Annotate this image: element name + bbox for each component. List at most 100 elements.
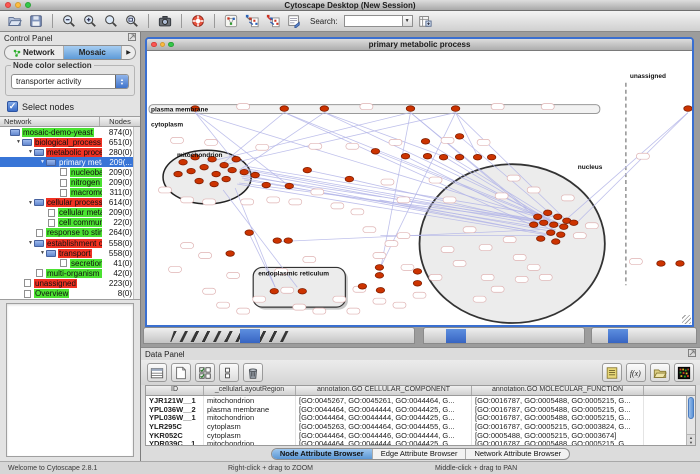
attribute-batch-editor-button[interactable] [602, 363, 622, 382]
tree-column-nodes[interactable]: Nodes [100, 117, 140, 126]
window-resize-grip[interactable] [682, 315, 691, 324]
search-input[interactable] [344, 15, 402, 27]
node[interactable] [423, 153, 431, 159]
node[interactable] [358, 284, 366, 290]
node[interactable] [676, 261, 684, 267]
tree-row[interactable]: ▼primary metabo209(... [0, 157, 140, 167]
node[interactable] [557, 232, 565, 238]
new-network-from-selected-nodes-button[interactable] [243, 13, 261, 30]
table-row[interactable]: YLR295Ccytoplasm[GO:0045263, GO:0044464,… [146, 422, 695, 431]
delete-attribute-button[interactable] [243, 363, 263, 382]
node[interactable] [251, 172, 259, 178]
tree-row[interactable]: ▼biological_process651(0) [0, 137, 140, 147]
tab-network[interactable]: Network [5, 46, 64, 59]
node[interactable] [222, 176, 230, 182]
disclosure-arrow-icon[interactable]: ▼ [15, 139, 22, 145]
birdseye-view-panel[interactable] [6, 303, 134, 457]
show-all-columns-button[interactable] [147, 363, 167, 382]
network-view-window[interactable]: primary metabolic process plasma membran… [145, 37, 694, 327]
node-color-combobox[interactable]: transporter activity ▲▼ [11, 74, 129, 89]
node[interactable] [560, 224, 568, 230]
zoom-in-button[interactable] [81, 13, 99, 30]
tree-scrollbar[interactable] [133, 127, 140, 299]
tree-row[interactable]: ▼cellular process614(0) [0, 198, 140, 208]
node[interactable] [245, 230, 253, 236]
new-attribute-button[interactable] [171, 363, 191, 382]
table-row[interactable]: YPL036W__1mitochondrion[GO:0044464, GO:0… [146, 413, 695, 422]
tree-row[interactable]: response to stimul264(0) [0, 228, 140, 238]
node[interactable] [187, 168, 195, 174]
background-window-2[interactable] [423, 327, 585, 344]
node[interactable] [534, 214, 542, 220]
network-overview-button[interactable] [222, 13, 240, 30]
node[interactable] [455, 134, 463, 140]
float-panel-icon[interactable] [688, 349, 696, 359]
tree-column-network[interactable]: Network [0, 117, 100, 126]
tree-row[interactable]: secretion41(0) [0, 258, 140, 268]
table-row[interactable]: YKR052Ccytoplasm[GO:0044464, GO:0044446,… [146, 431, 695, 440]
column-header[interactable]: ID [146, 386, 204, 395]
column-header[interactable]: _cellularLayoutRegion [204, 386, 296, 395]
node[interactable] [570, 220, 578, 226]
node[interactable] [226, 251, 234, 257]
node[interactable] [284, 238, 292, 244]
heatmap-view-button[interactable] [674, 363, 694, 382]
snapshot-button[interactable] [156, 13, 174, 30]
disclosure-arrow-icon[interactable]: ▼ [27, 200, 34, 206]
node[interactable] [455, 154, 463, 160]
background-window-3[interactable] [591, 327, 697, 344]
tab-node-attribute-browser[interactable]: Node Attribute Browser [272, 449, 373, 459]
tab-network-attribute-browser[interactable]: Network Attribute Browser [466, 449, 569, 459]
node[interactable] [270, 288, 278, 294]
function-builder-button[interactable]: f(x) [626, 363, 646, 382]
tree-row[interactable]: ▼transport558(0) [0, 248, 140, 258]
network-window-titlebar[interactable]: primary metabolic process [147, 39, 692, 51]
table-scrollbar[interactable]: ▲▼ [686, 396, 695, 445]
zoom-selected-button[interactable] [102, 13, 120, 30]
node[interactable] [413, 281, 421, 287]
column-header[interactable]: annotation.GO MOLECULAR_FUNCTION [472, 386, 644, 395]
unselect-attributes-button[interactable] [219, 363, 239, 382]
more-tabs-arrow-icon[interactable]: ▶ [122, 46, 135, 59]
tab-edge-attribute-browser[interactable]: Edge Attribute Browser [373, 449, 467, 459]
column-header[interactable]: annotation.GO CELLULAR_COMPONENT [296, 386, 472, 395]
node[interactable] [345, 176, 353, 182]
tab-mosaic[interactable]: Mosaic [64, 46, 123, 59]
node[interactable] [375, 273, 383, 279]
tree-row[interactable]: macromolecule311(0) [0, 188, 140, 198]
network-canvas[interactable]: plasma membranecytoplasmmitochondrionnuc… [147, 51, 692, 325]
node[interactable] [421, 139, 429, 145]
node[interactable] [487, 154, 495, 160]
float-panel-icon[interactable] [128, 33, 136, 43]
node[interactable] [552, 239, 560, 245]
node[interactable] [684, 106, 692, 112]
import-attributes-button[interactable] [650, 363, 670, 382]
select-nodes-checkbox[interactable]: ✓ [7, 101, 18, 112]
node[interactable] [212, 171, 220, 177]
scrollbar-thumb[interactable] [688, 397, 694, 419]
table-row[interactable]: YDR039C__1mitochondrion[GO:0044464, GO:0… [146, 439, 695, 445]
node[interactable] [401, 153, 409, 159]
search-dropdown-arrow-icon[interactable]: ▼ [402, 15, 413, 27]
node[interactable] [406, 106, 414, 112]
node[interactable] [232, 156, 240, 162]
node[interactable] [228, 167, 236, 173]
table-row[interactable]: YJR121W__1mitochondrion[GO:0045267, GO:0… [146, 396, 695, 405]
enhanced-search-button[interactable] [416, 13, 434, 30]
node[interactable] [210, 181, 218, 187]
node[interactable] [303, 167, 311, 173]
node[interactable] [320, 106, 328, 112]
help-ring-button[interactable] [189, 13, 207, 30]
node[interactable] [547, 230, 555, 236]
node[interactable] [376, 287, 384, 293]
node[interactable] [451, 106, 459, 112]
node[interactable] [413, 269, 421, 275]
window-titlebar[interactable]: Cytoscape Desktop (New Session) [0, 0, 700, 11]
node[interactable] [179, 159, 187, 165]
tree-row[interactable]: nucleobase-209(0) [0, 167, 140, 177]
node[interactable] [240, 169, 248, 175]
node[interactable] [473, 154, 481, 160]
save-button[interactable] [27, 13, 45, 30]
scrollbar-arrows[interactable]: ▲▼ [687, 434, 695, 445]
open-file-button[interactable] [6, 13, 24, 30]
